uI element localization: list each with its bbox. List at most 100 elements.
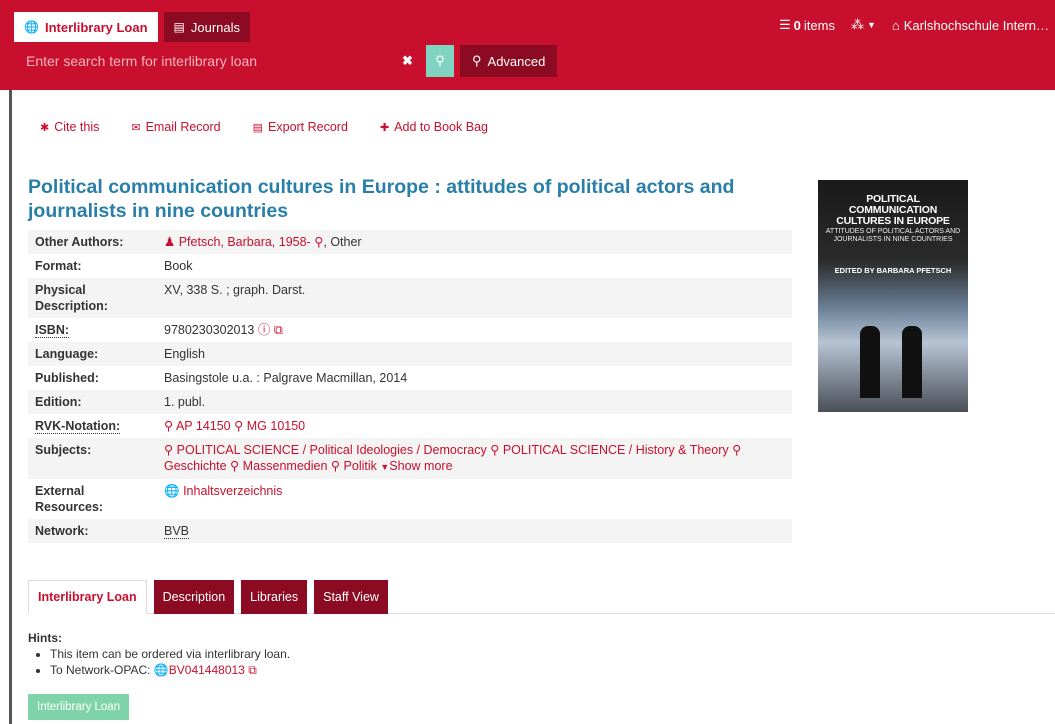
cite-label: Cite this [54,120,100,134]
row-other-authors: Other Authors: ♟ Pfetsch, Barbara, 1958-… [28,230,792,254]
row-rvk: RVK-Notation: ⚲ AP 14150 ⚲ MG 10150 [28,414,792,438]
list-alt-icon: ▤ [252,121,264,134]
value-other-authors: ♟ Pfetsch, Barbara, 1958- ⚲, Other [157,230,792,254]
cover-figure-left [860,326,880,398]
search-icon: ⚲ [435,53,445,68]
value-format: Book [164,259,193,273]
advanced-search-button[interactable]: ⚲ Advanced [460,45,558,77]
search-input[interactable] [14,45,426,77]
email-record-link[interactable]: ✉ Email Record [131,120,220,134]
ill-hints: Hints: This item can be ordered via inte… [28,630,290,678]
copy-icon[interactable]: ⧉ [248,663,257,677]
tab-description[interactable]: Description [153,580,235,614]
label-external: External Resources: [35,484,104,514]
value-isbn: 9780230302013 ⓘ ⧉ [157,318,792,342]
value-subjects: ⚲ POLITICAL SCIENCE / Political Ideologi… [157,438,792,479]
record-details-table: Other Authors: ♟ Pfetsch, Barbara, 1958-… [28,230,792,543]
value-physical: XV, 338 S. ; graph. Darst. [157,278,792,318]
advanced-label: Advanced [487,53,546,69]
asterisk-icon: ✱ [40,121,50,134]
hint-item: This item can be ordered via interlibrar… [50,646,290,662]
table-of-contents-link[interactable]: 🌐 Inhaltsverzeichnis [164,484,282,498]
rvk-link-2[interactable]: ⚲ MG 10150 [234,419,305,433]
hints-title: Hints: [28,631,62,645]
label-network: Network: [28,519,157,543]
cart-label: items [803,17,835,33]
cover-figure-right [902,326,922,398]
zoom-icon: ⚲ [472,53,482,68]
search-bar: ✖ ⚲ ⚲ Advanced [14,45,558,77]
label-other-authors: Other Authors: [28,230,157,254]
cover-subtitle: ATTITUDES OF POLITICAL ACTORS AND JOURNA… [825,228,961,243]
label-isbn: ISBN: [35,323,70,338]
user-icon: ♟ [164,235,176,249]
interlibrary-loan-button[interactable]: Interlibrary Loan [28,694,130,720]
author-search-icon[interactable]: ⚲ [314,235,323,249]
network-opac-link[interactable]: 🌐BV041448013 [154,663,245,677]
record-actions: ✱ Cite this ✉ Email Record ▤ Export Reco… [40,120,520,134]
tab-journals[interactable]: ▤ Journals [163,12,251,42]
cover-title: POLITICAL COMMUNICATION CULTURES IN EURO… [836,193,950,227]
home-icon: ⌂ [891,17,900,33]
row-format: Format: Book [28,254,792,278]
show-more-link[interactable]: ▼Show more [380,459,452,473]
isbn-value: 9780230302013 [164,323,255,337]
value-external: 🌐 Inhaltsverzeichnis [157,479,792,519]
author-link[interactable]: ♟ Pfetsch, Barbara, 1958- [164,235,311,249]
uk-flag-icon: ⁂ [850,17,864,32]
record-tabs: Interlibrary Loan Description Libraries … [28,580,1055,614]
record-title: Political communication cultures in Euro… [28,176,735,222]
newspaper-icon: ▤ [173,20,185,34]
row-published: Published: Basingstole u.a. : Palgrave M… [28,366,792,390]
tab-label: Journals [190,19,241,35]
value-language: English [157,342,792,366]
globe-icon: 🌐 [153,663,169,677]
list-icon: ☰ [779,17,791,32]
subject-link-5[interactable]: ⚲ Politik [331,459,377,473]
tab-interlibrary-loan[interactable]: 🌐 Interlibrary Loan [14,12,158,42]
export-record-link[interactable]: ▤ Export Record [253,120,348,134]
globe-icon: 🌐 [24,20,39,34]
clear-search-icon[interactable]: ✖ [402,45,413,77]
subject-link-4[interactable]: ⚲ Massenmedien [230,459,327,473]
cite-this-link[interactable]: ✱ Cite this [40,120,99,134]
rvk-link-1[interactable]: ⚲ AP 14150 [164,419,231,433]
subject-link-1[interactable]: ⚲ POLITICAL SCIENCE / Political Ideologi… [164,443,487,457]
tab-interlibrary-loan-detail[interactable]: Interlibrary Loan [28,580,147,614]
cover-editor: EDITED BY BARBARA PFETSCH [834,266,952,275]
language-dropdown[interactable]: ⁂ ▼ [851,17,876,33]
export-label: Export Record [268,120,348,134]
row-subjects: Subjects: ⚲ POLITICAL SCIENCE / Politica… [28,438,792,479]
row-physical: Physical Description: XV, 338 S. ; graph… [28,278,792,318]
left-border [9,90,12,724]
subject-link-2[interactable]: ⚲ POLITICAL SCIENCE / History & Theory [490,443,728,457]
bookbag-label: Add to Book Bag [394,120,488,134]
book-bag-link[interactable]: ☰ 0 items [779,17,835,33]
user-menu: ☰ 0 items ⁂ ▼ ⌂ Karlshochschule Intern… [763,17,1049,33]
tab-libraries[interactable]: Libraries [241,580,308,614]
value-published: Basingstole u.a. : Palgrave Macmillan, 2… [164,371,408,385]
plus-icon: ✚ [379,121,390,134]
search-icon: ⚲ [164,419,174,433]
add-to-book-bag-link[interactable]: ✚ Add to Book Bag [380,120,488,134]
institution-link[interactable]: ⌂ Karlshochschule Intern… [892,18,1049,33]
globe-icon: 🌐 [164,484,180,498]
search-icon: ⚲ [234,419,244,433]
row-isbn: ISBN: 9780230302013 ⓘ ⧉ [28,318,792,342]
question-icon[interactable]: ⓘ [258,323,271,337]
cart-count: 0 [793,17,801,33]
tab-label: Interlibrary Loan [44,19,148,35]
search-button[interactable]: ⚲ [426,45,454,77]
author-name: Pfetsch, Barbara, 1958- [178,235,311,249]
copy-icon[interactable]: ⧉ [274,323,283,337]
value-network: BVB [157,519,792,543]
label-edition: Edition: [28,390,157,414]
envelope-icon: ✉ [131,121,141,134]
top-navbar: 🌐 Interlibrary Loan ▤ Journals ☰ 0 items… [0,0,1055,90]
value-rvk: ⚲ AP 14150 ⚲ MG 10150 [157,414,792,438]
hint-item: To Network-OPAC: 🌐BV041448013 ⧉ [50,662,290,678]
tab-staff-view[interactable]: Staff View [314,580,388,614]
author-role: , Other [323,235,362,249]
email-label: Email Record [145,120,221,134]
label-physical: Physical Description: [28,278,157,318]
